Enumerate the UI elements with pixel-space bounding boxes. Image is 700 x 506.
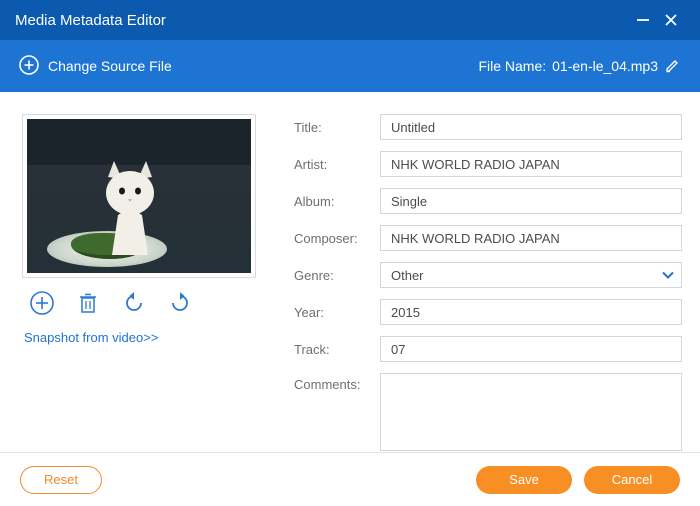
pencil-icon	[664, 56, 682, 77]
artist-label: Artist:	[294, 157, 368, 172]
genre-select[interactable]	[380, 262, 682, 288]
track-label: Track:	[294, 342, 368, 357]
titlebar: Media Metadata Editor	[0, 0, 700, 40]
plus-circle-icon	[18, 54, 40, 79]
change-source-label: Change Source File	[48, 58, 172, 74]
cat-illustration	[88, 159, 172, 255]
artwork-image[interactable]	[27, 119, 251, 273]
year-input[interactable]	[380, 299, 682, 325]
comments-textarea[interactable]	[380, 373, 682, 451]
genre-label: Genre:	[294, 268, 368, 283]
save-button[interactable]: Save	[476, 466, 572, 494]
snapshot-from-video-link[interactable]: Snapshot from video>>	[22, 326, 256, 349]
artwork-toolbar	[22, 278, 256, 326]
file-name-label: File Name:	[478, 58, 546, 74]
fields-column: Title: Artist: Album: Composer: Genre: Y…	[294, 114, 682, 451]
minimize-button[interactable]	[629, 6, 657, 34]
composer-input[interactable]	[380, 225, 682, 251]
album-label: Album:	[294, 194, 368, 209]
title-label: Title:	[294, 120, 368, 135]
redo-button[interactable]	[166, 290, 194, 318]
file-name-display: File Name: 01-en-le_04.mp3	[478, 56, 682, 77]
artwork-column: Snapshot from video>>	[22, 114, 256, 451]
file-name-value: 01-en-le_04.mp3	[552, 58, 658, 74]
composer-label: Composer:	[294, 231, 368, 246]
trash-icon	[76, 291, 100, 318]
reset-button[interactable]: Reset	[20, 466, 102, 494]
add-artwork-button[interactable]	[28, 290, 56, 318]
undo-button[interactable]	[120, 290, 148, 318]
cancel-button[interactable]: Cancel	[584, 466, 680, 494]
redo-icon	[167, 290, 193, 319]
change-source-button[interactable]: Change Source File	[18, 54, 172, 79]
artwork-frame	[22, 114, 256, 278]
plus-circle-icon	[29, 290, 55, 319]
year-label: Year:	[294, 305, 368, 320]
header-bar: Change Source File File Name: 01-en-le_0…	[0, 40, 700, 92]
track-input[interactable]	[380, 336, 682, 362]
edit-filename-button[interactable]	[664, 56, 682, 77]
close-button[interactable]	[657, 6, 685, 34]
delete-artwork-button[interactable]	[74, 290, 102, 318]
title-input[interactable]	[380, 114, 682, 140]
window-title: Media Metadata Editor	[15, 12, 629, 29]
content-area: Snapshot from video>> Title: Artist: Alb…	[0, 92, 700, 461]
artist-input[interactable]	[380, 151, 682, 177]
album-input[interactable]	[380, 188, 682, 214]
footer-bar: Reset Save Cancel	[0, 452, 700, 506]
undo-icon	[121, 290, 147, 319]
comments-label: Comments:	[294, 373, 368, 392]
